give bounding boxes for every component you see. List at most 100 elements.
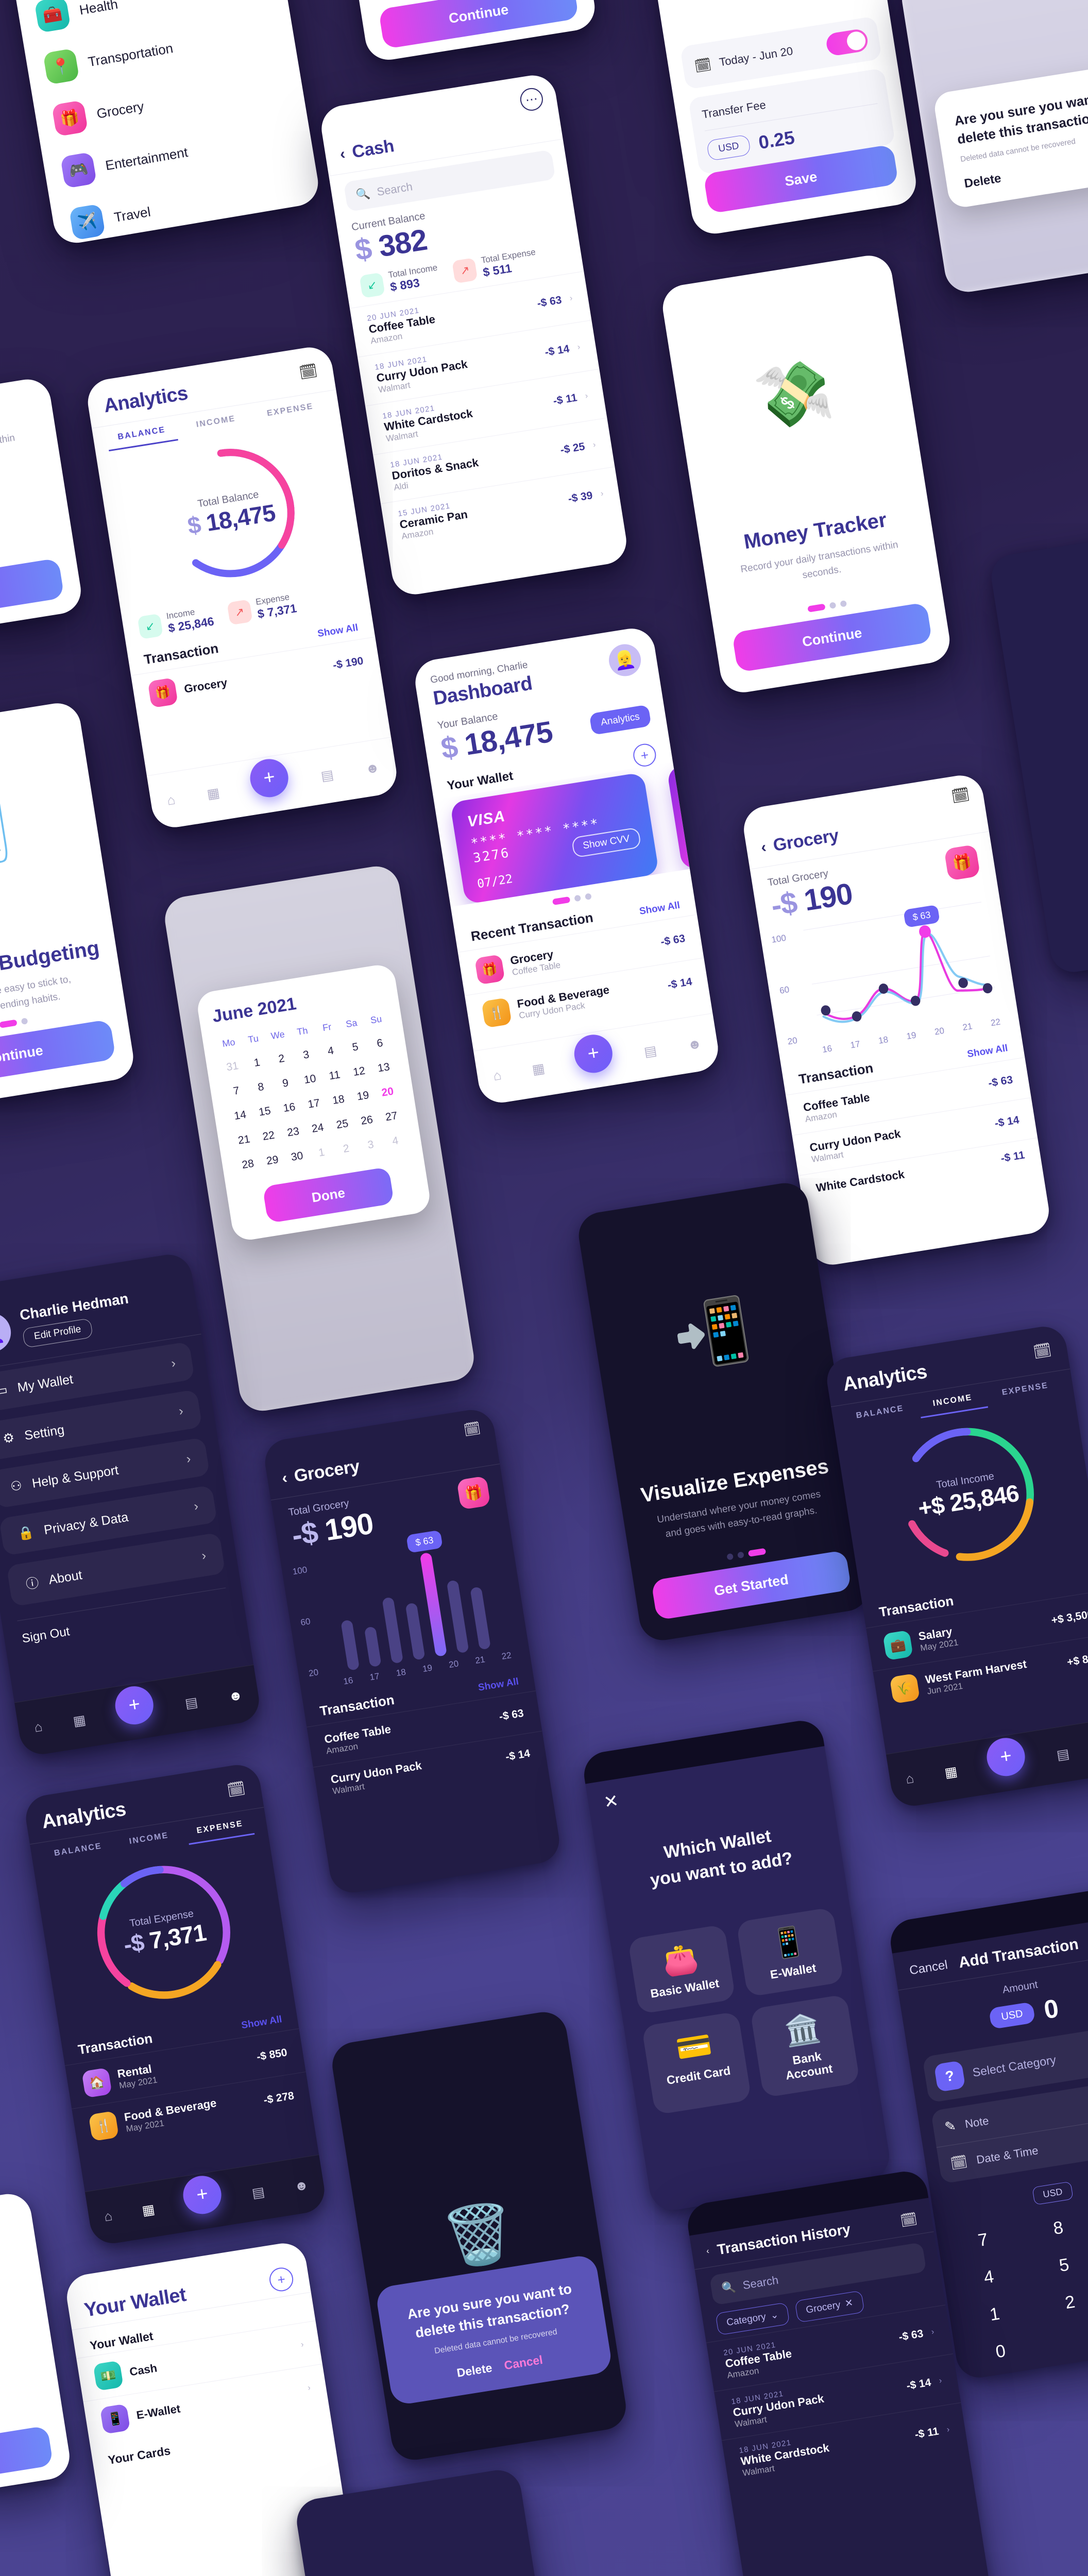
show-all-link[interactable]: Show All xyxy=(966,1043,1009,1060)
calendar-day[interactable]: 9 xyxy=(272,1071,299,1096)
calendar-icon[interactable]: 🗓 xyxy=(1032,1341,1052,1361)
calendar-day[interactable]: 4 xyxy=(317,1039,344,1064)
nav-analytics-icon[interactable]: ▦ xyxy=(943,1764,958,1781)
show-all-link[interactable]: Show All xyxy=(639,900,681,918)
calendar-day[interactable]: 15 xyxy=(251,1099,278,1125)
close-icon[interactable]: ✕ xyxy=(844,2297,854,2310)
avatar[interactable]: 👱‍♀️ xyxy=(0,1310,14,1355)
add-wallet-button[interactable]: + xyxy=(267,2266,295,2293)
add-transaction-fab[interactable]: + xyxy=(112,1683,157,1727)
key-8[interactable]: 8 xyxy=(1019,2206,1088,2251)
calendar-grid[interactable]: Mo Tu We Th Fr Sa Su 31 1 2 3 4 5 6 7 8 … xyxy=(202,1006,422,1179)
calendar-day[interactable]: 26 xyxy=(353,1108,380,1133)
nav-analytics-icon[interactable]: ▦ xyxy=(531,1060,546,1078)
add-transaction-fab[interactable]: + xyxy=(984,1735,1028,1779)
nav-profile-icon[interactable]: ☻ xyxy=(227,1687,244,1705)
nav-profile-icon[interactable]: ☻ xyxy=(686,1035,703,1053)
back-icon[interactable]: ‹ xyxy=(338,145,346,163)
calendar-day-today[interactable]: 20 xyxy=(374,1080,401,1105)
nav-wallet-icon[interactable]: ▤ xyxy=(320,767,335,784)
nav-home-icon[interactable]: ⌂ xyxy=(103,2208,113,2225)
calendar-day[interactable]: 6 xyxy=(366,1031,393,1056)
calendar-day[interactable]: 3 xyxy=(293,1043,319,1068)
nav-analytics-icon[interactable]: ▦ xyxy=(72,1711,87,1729)
calendar-day[interactable]: 1 xyxy=(244,1050,270,1076)
fee-value[interactable]: 0.25 xyxy=(757,127,796,154)
add-wallet-button[interactable]: + xyxy=(632,742,658,768)
nav-home-icon[interactable]: ⌂ xyxy=(905,1770,915,1787)
show-all-link[interactable]: Show All xyxy=(317,622,359,640)
done-button[interactable]: Done xyxy=(262,1166,395,1224)
nav-wallet-icon[interactable]: ▤ xyxy=(1056,1745,1070,1763)
nav-analytics-icon[interactable]: ▦ xyxy=(206,785,220,802)
calendar-day[interactable]: 8 xyxy=(247,1075,274,1100)
calendar-day[interactable]: 25 xyxy=(329,1112,355,1137)
nav-profile-icon[interactable]: ☻ xyxy=(293,2177,310,2195)
calendar-icon[interactable]: 🗓 xyxy=(226,1780,246,1799)
nav-wallet-icon[interactable]: ▤ xyxy=(184,1694,199,1711)
nav-wallet-icon[interactable]: ▤ xyxy=(643,1042,658,1060)
calendar-day[interactable]: 27 xyxy=(378,1104,405,1129)
calendar-day[interactable]: 2 xyxy=(268,1046,295,1072)
nav-analytics-icon[interactable]: ▦ xyxy=(141,2201,156,2218)
edit-profile-button[interactable]: Edit Profile xyxy=(22,1318,93,1348)
calendar-day[interactable]: 29 xyxy=(259,1148,286,1173)
calendar-day[interactable]: 30 xyxy=(284,1144,311,1170)
calendar-day[interactable]: 1 xyxy=(308,1140,335,1165)
filter-category-chip[interactable]: Category ⌄ xyxy=(715,2302,790,2335)
calendar-day[interactable]: 16 xyxy=(276,1095,303,1121)
calendar-day[interactable]: 18 xyxy=(325,1088,352,1113)
filter-grocery-chip[interactable]: Grocery ✕ xyxy=(794,2290,865,2323)
calendar-day[interactable]: 19 xyxy=(350,1083,377,1109)
wallet-option-bank-account[interactable]: 🏛️ Bank Account xyxy=(750,1994,860,2098)
calendar-day[interactable]: 24 xyxy=(304,1116,331,1141)
calendar-day[interactable]: 23 xyxy=(280,1120,307,1145)
close-icon[interactable]: ✕ xyxy=(602,1791,620,1812)
calendar-day[interactable]: 3 xyxy=(358,1132,384,1158)
nav-profile-icon[interactable]: ☻ xyxy=(364,759,381,777)
back-icon[interactable]: ‹ xyxy=(760,838,768,856)
calendar-day[interactable]: 31 xyxy=(219,1054,246,1079)
cancel-button[interactable]: Cancel xyxy=(908,1958,948,1978)
calendar-day[interactable]: 4 xyxy=(382,1129,409,1154)
nav-wallet-icon[interactable]: ▤ xyxy=(251,2184,266,2201)
add-transaction-fab[interactable]: + xyxy=(571,1031,616,1076)
continue-button[interactable]: Continue xyxy=(378,0,579,49)
back-icon[interactable]: ‹ xyxy=(706,2247,710,2257)
key-0[interactable]: 0 xyxy=(962,2329,1040,2374)
calendar-day[interactable]: 14 xyxy=(227,1103,253,1128)
nav-home-icon[interactable]: ⌂ xyxy=(166,792,176,809)
calendar-day[interactable]: 10 xyxy=(297,1067,324,1092)
currency-chip[interactable]: USD xyxy=(706,134,752,161)
calendar-day[interactable]: 11 xyxy=(321,1063,348,1089)
wallet-option-basic[interactable]: 👛 Basic Wallet xyxy=(627,1924,736,2014)
calendar-day[interactable]: 22 xyxy=(255,1124,282,1149)
nav-home-icon[interactable]: ⌂ xyxy=(492,1067,502,1084)
show-all-link[interactable]: Show All xyxy=(241,2014,283,2031)
calendar-day[interactable]: 2 xyxy=(333,1137,360,1162)
add-transaction-fab[interactable]: + xyxy=(247,756,292,800)
calendar-day[interactable]: 12 xyxy=(346,1059,372,1084)
fee-toggle[interactable] xyxy=(825,28,870,57)
amount-input[interactable]: 0 xyxy=(1042,1993,1061,2025)
visa-card-secondary[interactable]: VISA **** **** **** 3276 07/2 xyxy=(666,762,690,870)
cancel-button[interactable]: Cancel xyxy=(503,2353,544,2372)
analytics-chip[interactable]: Analytics xyxy=(589,704,652,736)
more-icon[interactable]: ⋯ xyxy=(518,86,545,113)
calendar-day[interactable]: 28 xyxy=(234,1152,261,1177)
usd-chip[interactable]: USD xyxy=(1032,2181,1074,2206)
calendar-day[interactable]: 13 xyxy=(370,1055,397,1080)
avatar[interactable]: 👱‍♀️ xyxy=(606,641,643,679)
wallet-option-credit-card[interactable]: 💳 Credit Card xyxy=(641,2011,752,2115)
show-all-link[interactable]: Show All xyxy=(478,1676,520,1694)
wallet-option-ewallet[interactable]: 📱 E-Wallet xyxy=(736,1907,844,1997)
nav-home-icon[interactable]: ⌂ xyxy=(33,1719,43,1736)
back-icon[interactable]: ‹ xyxy=(281,1469,288,1487)
calendar-day[interactable]: 5 xyxy=(342,1035,369,1060)
calendar-day[interactable]: 7 xyxy=(223,1079,250,1104)
delete-button[interactable]: Delete xyxy=(456,2361,493,2380)
add-transaction-fab[interactable]: + xyxy=(180,2173,225,2217)
currency-chip[interactable]: USD xyxy=(988,2001,1036,2029)
calendar-day[interactable]: 17 xyxy=(300,1091,327,1116)
calendar-icon[interactable]: 🗓 xyxy=(298,362,318,381)
